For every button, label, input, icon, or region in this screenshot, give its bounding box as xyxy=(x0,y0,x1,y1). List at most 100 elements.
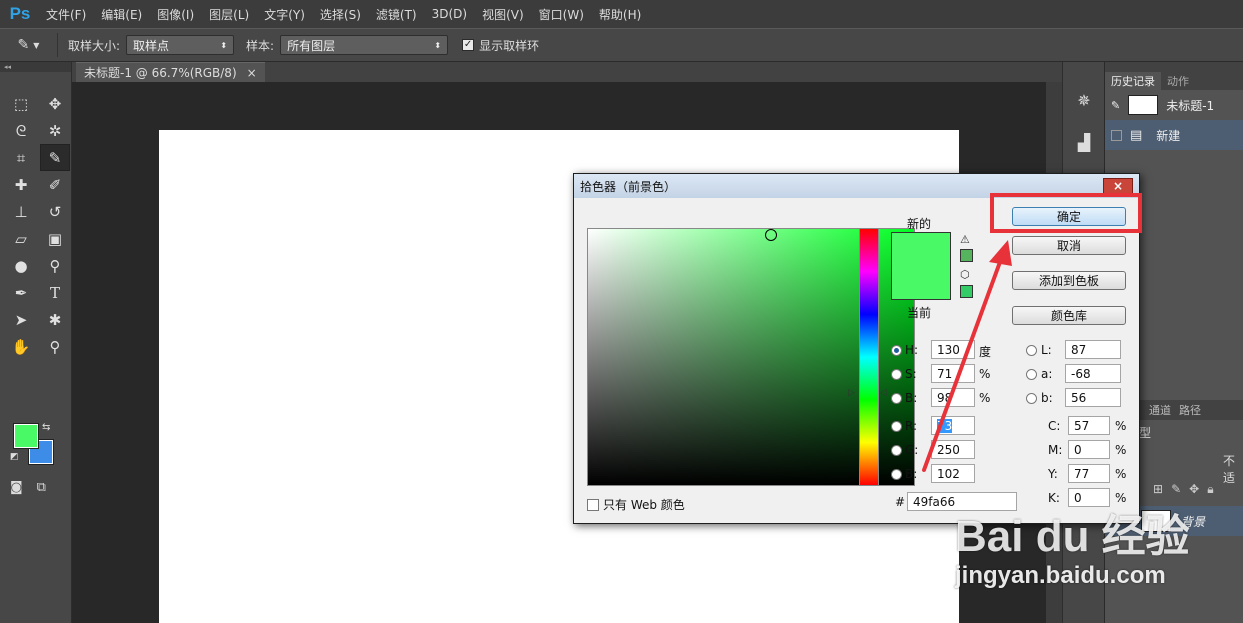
y-input[interactable]: 77 xyxy=(1068,464,1110,483)
m-input[interactable]: 0 xyxy=(1068,440,1110,459)
hue-right-arrow-icon[interactable]: ◁ xyxy=(880,388,887,398)
radio-r[interactable] xyxy=(891,421,902,432)
close-icon[interactable]: × xyxy=(247,66,257,80)
radio-lab-b[interactable] xyxy=(1026,393,1037,404)
l-input[interactable]: 87 xyxy=(1065,340,1121,359)
foreground-color-swatch[interactable] xyxy=(13,423,39,449)
sample-size-select[interactable]: 取样点 ⬍ xyxy=(126,35,235,55)
sample-select[interactable]: 所有图层 ⬍ xyxy=(280,35,449,55)
photoshop-logo: Ps xyxy=(9,4,31,23)
menu-help[interactable]: 帮助(H) xyxy=(599,6,641,23)
radio-s[interactable] xyxy=(891,369,902,380)
c-input[interactable]: 57 xyxy=(1068,416,1110,435)
menu-window[interactable]: 窗口(W) xyxy=(539,6,584,23)
tab-actions[interactable]: 动作 xyxy=(1161,72,1195,90)
brush-tool-icon[interactable]: ✐ xyxy=(40,171,70,198)
document-tab[interactable]: 未标题-1 @ 66.7%(RGB/8) × xyxy=(76,62,265,82)
web-safe-cube-icon[interactable]: ⬡ xyxy=(960,268,970,281)
history-item[interactable]: ▤ 新建 xyxy=(1105,120,1243,150)
dodge-tool-icon[interactable]: ⚲ xyxy=(40,252,70,279)
lock-position-icon[interactable]: ✥ xyxy=(1189,482,1199,497)
clone-stamp-tool-icon[interactable]: ⊥ xyxy=(6,198,36,225)
menu-filter[interactable]: 滤镜(T) xyxy=(376,6,417,23)
radio-b[interactable] xyxy=(891,393,902,404)
radio-l[interactable] xyxy=(1026,345,1037,356)
lock-pixels-icon[interactable]: ⊞ xyxy=(1153,482,1163,497)
color-libraries-button[interactable]: 颜色库 xyxy=(1012,306,1126,325)
blur-tool-icon[interactable]: ● xyxy=(6,252,36,279)
healing-brush-tool-icon[interactable]: ✚ xyxy=(6,171,36,198)
tool-preset-picker[interactable]: ✎ ▼ xyxy=(0,33,58,57)
eraser-tool-icon[interactable]: ▱ xyxy=(6,225,36,252)
lock-all-icon[interactable]: 🔒︎ xyxy=(1207,482,1213,497)
b-unit: % xyxy=(979,391,991,405)
history-brush-tool-icon[interactable]: ↺ xyxy=(40,198,70,225)
tab-channels[interactable]: 通道 xyxy=(1149,402,1171,418)
hue-left-arrow-icon[interactable]: ▷ xyxy=(848,388,855,398)
menu-type[interactable]: 文字(Y) xyxy=(264,6,305,23)
hue-slider[interactable] xyxy=(859,228,879,486)
lasso-tool-icon[interactable]: ᘓ xyxy=(6,117,36,144)
g-input[interactable]: 250 xyxy=(931,440,975,459)
current-color-swatch[interactable] xyxy=(891,266,951,300)
menu-view[interactable]: 视图(V) xyxy=(482,6,524,23)
gradient-tool-icon[interactable]: ▣ xyxy=(40,225,70,252)
radio-h[interactable] xyxy=(891,345,902,356)
shape-tool-icon[interactable]: ✱ xyxy=(40,306,70,333)
hand-tool-icon[interactable]: ✋ xyxy=(6,333,36,360)
close-icon[interactable]: × xyxy=(1103,178,1133,194)
menu-file[interactable]: 文件(F) xyxy=(46,6,86,23)
color-swatches: ⇆ ◩ xyxy=(10,422,60,472)
r-input-value: 73 xyxy=(937,418,953,433)
menu-select[interactable]: 选择(S) xyxy=(320,6,361,23)
zoom-tool-icon[interactable]: ⚲ xyxy=(40,333,70,360)
lab-b-input[interactable]: 56 xyxy=(1065,388,1121,407)
magic-wand-tool-icon[interactable]: ✲ xyxy=(40,117,70,144)
tab-paths[interactable]: 路径 xyxy=(1179,402,1201,418)
navigator-icon[interactable]: ✵ xyxy=(1063,82,1105,118)
cancel-button[interactable]: 取消 xyxy=(1012,236,1126,255)
menu-edit[interactable]: 编辑(E) xyxy=(101,6,142,23)
path-selection-tool-icon[interactable]: ➤ xyxy=(6,306,36,333)
radio-blue[interactable] xyxy=(891,469,902,480)
pen-tool-icon[interactable]: ✒ xyxy=(6,279,36,306)
swap-colors-icon[interactable]: ⇆ xyxy=(42,422,50,433)
screen-mode-icon[interactable]: ⧉ xyxy=(37,480,46,495)
web-safe-color-swatch[interactable] xyxy=(960,285,973,298)
show-ring-checkbox[interactable]: ✓ 显示取样环 xyxy=(462,37,539,54)
tab-history[interactable]: 历史记录 xyxy=(1105,72,1161,90)
quick-mask-icon[interactable]: ◙ xyxy=(10,480,23,495)
gamut-color-swatch[interactable] xyxy=(960,249,973,262)
m-unit: % xyxy=(1115,443,1127,457)
radio-g[interactable] xyxy=(891,445,902,456)
move-tool-icon[interactable]: ✥ xyxy=(40,90,70,117)
add-to-swatches-button[interactable]: 添加到色板 xyxy=(1012,271,1126,290)
checkbox-icon xyxy=(587,498,599,511)
gamut-warning-icon[interactable]: ⚠ xyxy=(960,233,970,246)
h-label: H: xyxy=(905,343,919,357)
a-input[interactable]: -68 xyxy=(1065,364,1121,383)
collapse-icon[interactable]: ◂◂ xyxy=(0,62,71,72)
menu-layer[interactable]: 图层(L) xyxy=(209,6,249,23)
s-input[interactable]: 71 xyxy=(931,364,975,383)
b-input[interactable]: 98 xyxy=(931,388,975,407)
default-colors-icon[interactable]: ◩ xyxy=(10,452,19,462)
radio-a[interactable] xyxy=(1026,369,1037,380)
menu-image[interactable]: 图像(I) xyxy=(157,6,194,23)
r-input[interactable]: 73 xyxy=(931,416,975,435)
crop-tool-icon[interactable]: ⌗ xyxy=(6,144,36,171)
eyedropper-icon: ✎ xyxy=(17,37,30,53)
marquee-tool-icon[interactable]: ⬚ xyxy=(6,90,36,117)
lock-brush-icon[interactable]: ✎ xyxy=(1171,482,1181,497)
eyedropper-tool-icon[interactable]: ✎ xyxy=(40,144,70,171)
quick-mask-row: ◙ ⧉ xyxy=(10,480,46,495)
histogram-icon[interactable]: ▟ xyxy=(1063,124,1105,160)
web-colors-only-checkbox[interactable]: 只有 Web 颜色 xyxy=(587,496,685,513)
h-input[interactable]: 130 xyxy=(931,340,975,359)
blue-input[interactable]: 102 xyxy=(931,464,975,483)
menu-3d[interactable]: 3D(D) xyxy=(432,7,467,21)
s-label: S: xyxy=(905,367,917,381)
history-snapshot[interactable]: ✎ 未标题-1 xyxy=(1105,90,1243,120)
type-tool-icon[interactable]: T xyxy=(40,279,70,306)
color-field-cursor[interactable] xyxy=(765,229,777,241)
